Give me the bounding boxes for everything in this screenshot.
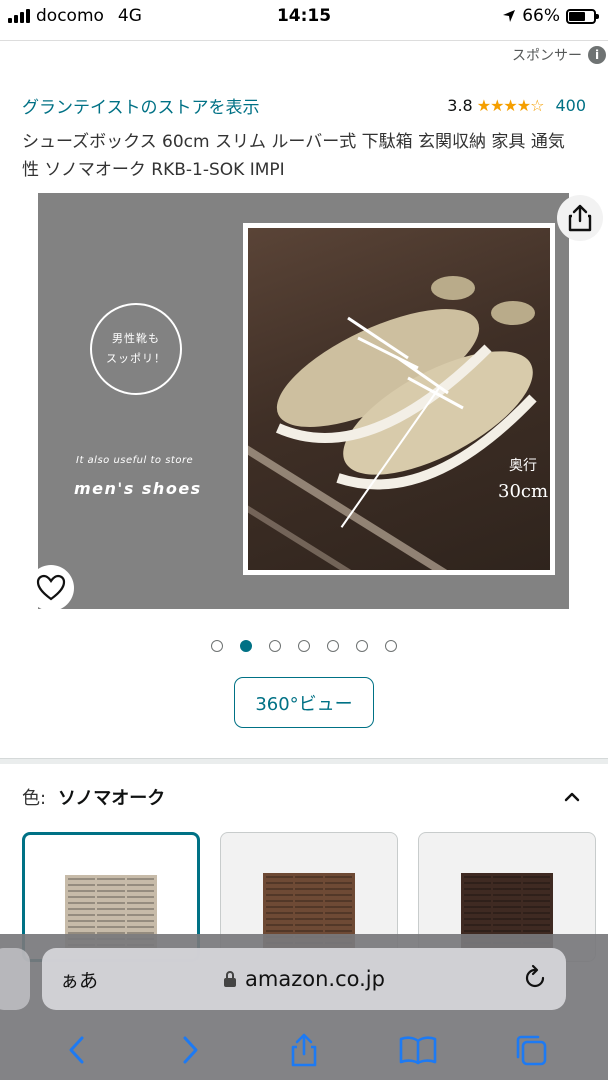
photo-frame: 奥行 30cm <box>243 223 555 575</box>
book-icon <box>399 1036 436 1065</box>
color-selector-header[interactable]: 色: ソノマオーク <box>22 782 580 812</box>
battery-percent: 66% <box>522 6 560 26</box>
color-swatches <box>22 832 608 962</box>
battery-fill <box>569 11 585 21</box>
status-bar: docomo 4G 14:15 66% <box>0 0 608 33</box>
forward-button[interactable] <box>170 1030 210 1070</box>
carousel-dot[interactable] <box>356 640 368 652</box>
carousel-dot[interactable] <box>385 640 397 652</box>
header-divider <box>0 33 608 41</box>
carousel-dot[interactable] <box>211 640 223 652</box>
carousel-dot[interactable] <box>240 640 252 652</box>
image-badge: 男性靴も スッポリ！ <box>90 303 182 395</box>
star-rating-icon: ★★★★☆ <box>476 95 545 115</box>
battery-info: 66% <box>502 6 599 26</box>
tabs-icon <box>516 1035 547 1066</box>
share-button[interactable] <box>557 195 603 241</box>
image-caption-small: It also useful to store <box>76 455 194 466</box>
rating-value: 3.8 <box>447 95 473 115</box>
chevron-right-icon <box>183 1036 198 1064</box>
review-count[interactable]: 400 <box>555 96 586 115</box>
chevron-left-icon <box>69 1036 84 1064</box>
image-carousel-dots[interactable] <box>0 640 608 652</box>
image-caption-big: men's shoes <box>74 479 202 498</box>
url-text: amazon.co.jp <box>245 967 385 991</box>
sponsor-text: スポンサー <box>512 48 582 64</box>
address-bar[interactable]: ぁあ amazon.co.jp <box>42 948 566 1010</box>
badge-line-2: スッポリ！ <box>106 352 166 365</box>
info-icon[interactable]: i <box>588 46 606 64</box>
depth-label-text: 奥行 <box>509 458 538 474</box>
url-display[interactable]: amazon.co.jp <box>42 967 566 991</box>
heart-icon <box>36 574 66 601</box>
rating-summary[interactable]: 3.8 ★★★★☆ 400 <box>447 96 586 115</box>
browser-bottom-toolbar <box>0 1020 608 1080</box>
carousel-dot[interactable] <box>269 640 281 652</box>
reload-icon[interactable] <box>522 964 548 992</box>
badge-line-1: 男性靴も <box>112 332 160 345</box>
shoes-photo: 奥行 30cm <box>248 228 550 570</box>
share-icon <box>568 204 592 232</box>
carousel-dot[interactable] <box>327 640 339 652</box>
section-divider <box>0 758 608 764</box>
wishlist-button[interactable] <box>28 565 74 611</box>
depth-value-text: 30cm <box>498 481 549 502</box>
color-value: ソノマオーク <box>57 788 166 809</box>
location-arrow-icon <box>503 10 516 22</box>
product-image[interactable]: 男性靴も スッポリ！ It also useful to store men's… <box>38 193 569 609</box>
back-button[interactable] <box>57 1030 97 1070</box>
lock-icon <box>224 971 237 987</box>
depth-label: 奥行 30cm <box>498 453 548 505</box>
color-label: 色: <box>22 788 47 809</box>
sneakers-illustration <box>275 276 537 490</box>
previous-tab-peek[interactable] <box>0 948 30 1010</box>
view-360-button[interactable]: 360°ビュー <box>234 677 374 728</box>
bookmarks-button[interactable] <box>398 1030 438 1070</box>
store-row: グランテイストのストアを表示 3.8 ★★★★☆ 400 <box>22 92 586 118</box>
carousel-dot[interactable] <box>298 640 310 652</box>
chevron-up-icon[interactable] <box>564 789 580 805</box>
tabs-button[interactable] <box>511 1030 551 1070</box>
share-page-button[interactable] <box>284 1030 324 1070</box>
product-title: シューズボックス 60cm スリム ルーバー式 下駄箱 玄関収納 家具 通気性 … <box>22 132 565 180</box>
store-link[interactable]: グランテイストのストアを表示 <box>22 93 260 118</box>
battery-icon <box>566 8 599 24</box>
share-icon <box>291 1033 317 1067</box>
sponsored-label[interactable]: スポンサー i <box>512 44 608 66</box>
